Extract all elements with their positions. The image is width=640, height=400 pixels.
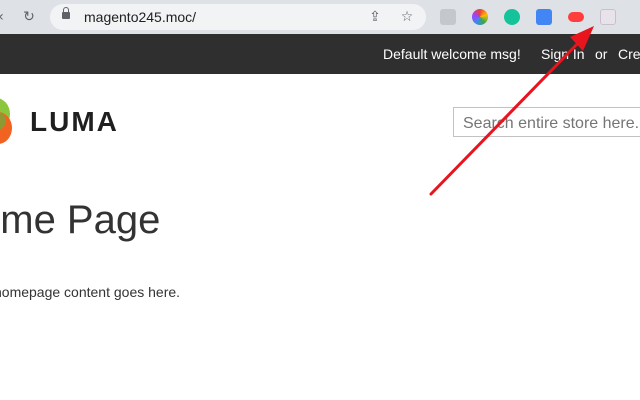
browser-toolbar: ‹ ↻ magento245.moc/ ⇪ ☆ [0, 0, 640, 34]
welcome-message: Default welcome msg! [383, 46, 521, 62]
sign-in-link[interactable]: Sign In [541, 46, 585, 62]
video-extension-icon[interactable] [568, 12, 584, 22]
page-title: ome Page [0, 198, 161, 242]
page-content-text: homepage content goes here. [0, 284, 181, 300]
create-account-link[interactable]: Cre [618, 46, 640, 62]
profile-extension-icon[interactable] [600, 9, 616, 25]
search-input[interactable] [453, 107, 640, 137]
bookmark-star-icon[interactable]: ☆ [398, 8, 416, 26]
mail-extension-icon[interactable] [440, 9, 456, 25]
logo-text[interactable]: LUMA [30, 106, 119, 138]
share-icon[interactable]: ⇪ [366, 8, 384, 26]
back-icon[interactable]: ‹ [0, 8, 10, 26]
lock-icon [62, 7, 70, 19]
translate-extension-icon[interactable] [536, 9, 552, 25]
reload-icon[interactable]: ↻ [20, 8, 38, 26]
url-text: magento245.moc/ [84, 9, 197, 25]
address-bar[interactable]: magento245.moc/ ⇪ ☆ [50, 4, 426, 30]
or-text: or [595, 46, 608, 62]
header-panel: Default welcome msg! Sign In or Cre [0, 34, 640, 74]
color-wheel-extension-icon[interactable] [472, 9, 488, 25]
luma-logo-icon[interactable] [0, 96, 14, 146]
grammarly-extension-icon[interactable] [504, 9, 520, 25]
